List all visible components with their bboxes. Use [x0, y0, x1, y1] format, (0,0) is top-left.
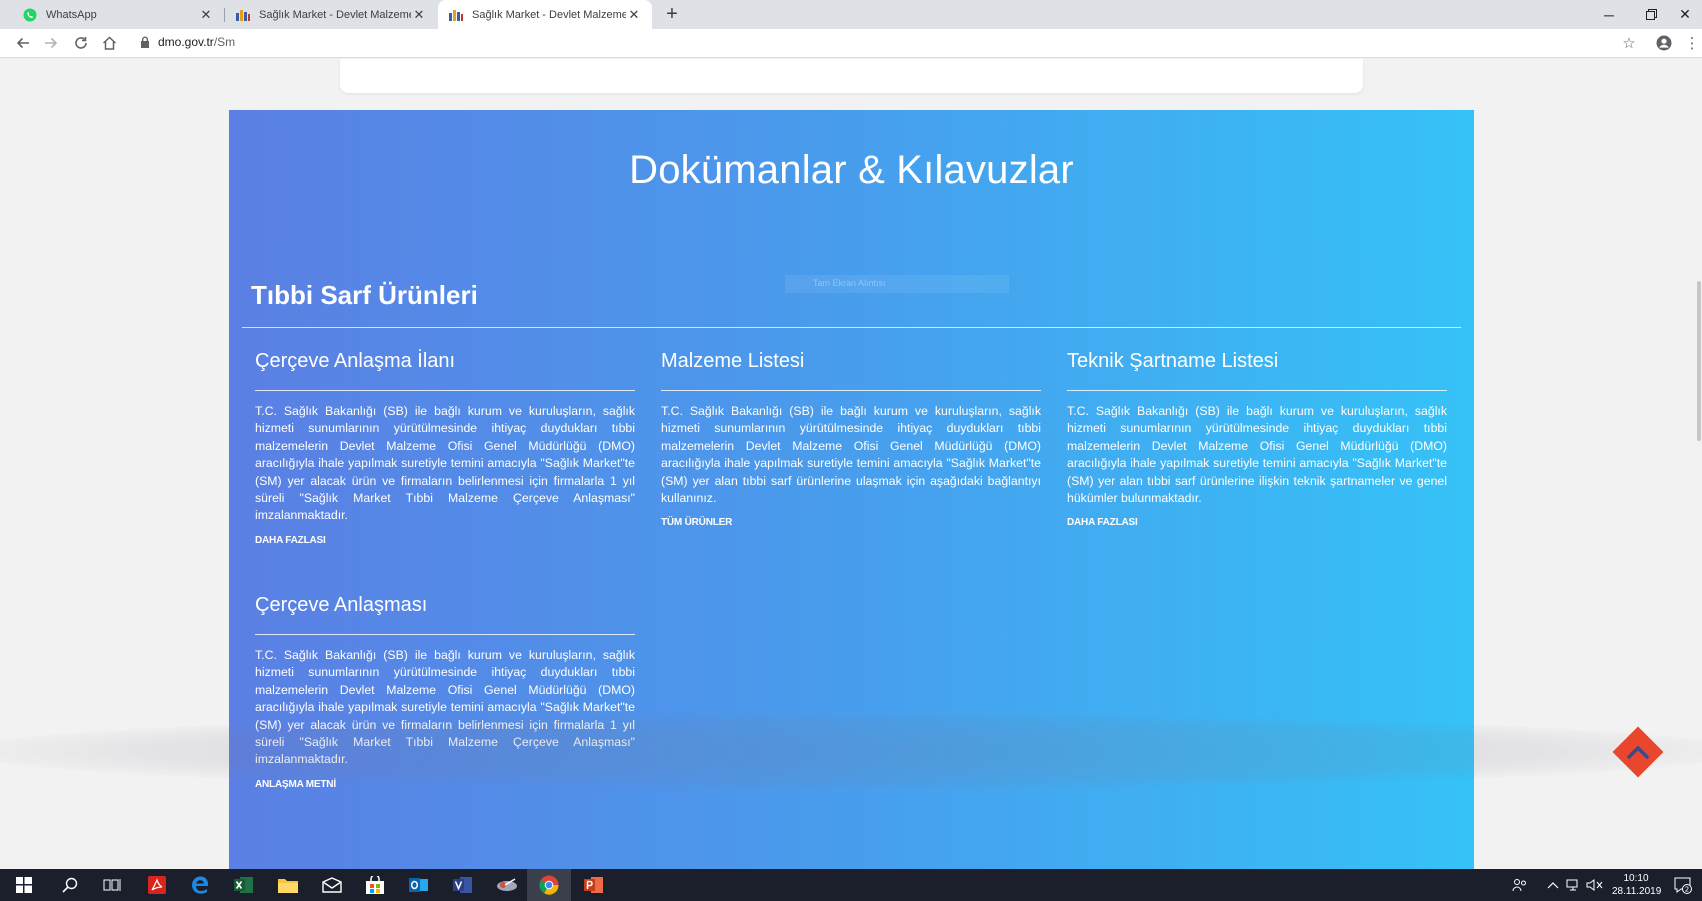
section-title: Dokümanlar & Kılavuzlar [629, 148, 1074, 192]
card-body: T.C. Sağlık Bakanlığı (SB) ile bağlı kur… [661, 404, 1041, 506]
card-body: T.C. Sağlık Bakanlığı (SB) ile bağlı kur… [1067, 404, 1447, 506]
close-icon[interactable]: ✕ [411, 7, 427, 23]
chevron-up-icon [1627, 745, 1649, 759]
action-center-icon[interactable]: 2 [1674, 869, 1692, 901]
card-cerceve-anlasmasi: Çerçeve Anlaşması T.C. Sağlık Bakanlığı … [255, 594, 635, 792]
notification-count: 2 [1685, 886, 1689, 894]
browser-toolbar: dmo.gov.tr/Sm ☆ ⋮ [0, 29, 1702, 58]
tab-title: Sağlık Market - Devlet Malzeme Ofisi [472, 8, 626, 21]
people-icon[interactable] [1512, 869, 1528, 901]
dmo-logo-icon [235, 7, 251, 23]
card-heading: Çerçeve Anlaşma İlanı [255, 350, 456, 372]
chevron-up-icon[interactable] [1547, 869, 1559, 901]
page-scrollbar[interactable] [1692, 59, 1702, 869]
forward-arrow-icon[interactable] [40, 32, 62, 54]
new-tab-button[interactable]: + [660, 3, 684, 27]
network-icon[interactable] [1566, 869, 1582, 901]
category-title: Tıbbi Sarf Ürünleri [251, 280, 478, 310]
bookmark-star-icon[interactable]: ☆ [1618, 32, 1640, 54]
whatsapp-icon [22, 7, 38, 23]
tab-saglik-market-2[interactable]: Sağlık Market - Devlet Malzeme Ofisi ✕ [438, 0, 652, 29]
tab-whatsapp[interactable]: WhatsApp ✕ [12, 0, 224, 29]
documents-section: Dokümanlar & Kılavuzlar Tam Ekran Alıntı… [229, 110, 1474, 869]
visio-icon[interactable] [451, 873, 475, 897]
search-icon[interactable] [58, 873, 82, 897]
clock-date: 28.11.2019 [1612, 886, 1662, 897]
outlook-icon[interactable] [407, 873, 431, 897]
volume-icon[interactable] [1586, 869, 1604, 901]
previous-section-card [340, 59, 1363, 93]
file-explorer-icon[interactable] [276, 873, 300, 897]
category-divider [242, 327, 1461, 328]
card-divider [255, 634, 635, 635]
minimize-icon[interactable]: ─ [1586, 0, 1632, 29]
card-cerceve-anlasma-ilani: Çerçeve Anlaşma İlanı T.C. Sağlık Bakanl… [255, 350, 635, 548]
card-heading: Çerçeve Anlaşması [255, 594, 428, 616]
card-divider [661, 390, 1041, 391]
tab-saglik-market-1[interactable]: Sağlık Market - Devlet Malzeme Ofisi ✕ [225, 0, 437, 29]
dmo-logo-icon [448, 7, 464, 23]
clock-time: 10:10 [1623, 873, 1649, 884]
mail-icon[interactable] [320, 873, 344, 897]
profile-icon[interactable] [1653, 32, 1675, 54]
card-malzeme-listesi: Malzeme Listesi T.C. Sağlık Bakanlığı (S… [661, 350, 1041, 530]
url-path: /Sm [213, 35, 236, 49]
close-icon[interactable]: ✕ [198, 7, 214, 23]
chrome-icon[interactable] [537, 873, 561, 897]
system-clock[interactable]: 10:10 28.11.2019 [1612, 872, 1662, 898]
card-divider [255, 390, 635, 391]
card-heading: Teknik Şartname Listesi [1067, 350, 1279, 372]
card-body: T.C. Sağlık Bakanlığı (SB) ile bağlı kur… [255, 648, 635, 767]
scrollbar-thumb[interactable] [1697, 281, 1701, 441]
card-body: T.C. Sağlık Bakanlığı (SB) ile bağlı kur… [255, 404, 635, 523]
windows-taskbar: 10:10 28.11.2019 2 [0, 869, 1702, 901]
close-window-icon[interactable]: ✕ [1662, 0, 1702, 29]
page-viewport: Dokümanlar & Kılavuzlar Tam Ekran Alıntı… [0, 59, 1702, 869]
back-arrow-icon[interactable] [12, 32, 34, 54]
tab-title: Sağlık Market - Devlet Malzeme Ofisi [259, 8, 411, 21]
acrobat-icon[interactable] [145, 873, 169, 897]
lock-icon [140, 36, 150, 48]
card-teknik-sartname-listesi: Teknik Şartname Listesi T.C. Sağlık Baka… [1067, 350, 1447, 530]
powerpoint-icon[interactable] [582, 873, 606, 897]
card-divider [1067, 390, 1447, 391]
reload-icon[interactable] [70, 32, 92, 54]
faint-overlay-label: Tam Ekran Alıntısı [785, 275, 1009, 293]
store-icon[interactable] [363, 873, 387, 897]
menu-dots-icon[interactable]: ⋮ [1681, 32, 1702, 54]
anlasma-metni-link[interactable]: ANLAŞMA METNİ [255, 779, 336, 790]
browser-tab-strip: WhatsApp ✕ Sağlık Market - Devlet Malzem… [0, 0, 1702, 29]
tum-urunler-link[interactable]: TÜM ÜRÜNLER [661, 517, 732, 528]
edge-icon[interactable] [188, 873, 212, 897]
daha-fazlasi-link[interactable]: DAHA FAZLASI [255, 535, 326, 546]
card-heading: Malzeme Listesi [661, 350, 805, 372]
address-bar[interactable]: dmo.gov.tr/Sm [140, 35, 235, 49]
windows-start-icon[interactable] [12, 873, 36, 897]
task-view-icon[interactable] [100, 873, 124, 897]
tab-title: WhatsApp [46, 8, 97, 21]
snipping-tool-icon[interactable] [495, 873, 519, 897]
excel-icon[interactable] [232, 873, 256, 897]
close-icon[interactable]: ✕ [626, 7, 642, 23]
url-host: dmo.gov.tr [158, 35, 214, 49]
scroll-to-top-button[interactable] [1612, 726, 1664, 778]
home-icon[interactable] [98, 32, 120, 54]
daha-fazlasi-link[interactable]: DAHA FAZLASI [1067, 517, 1138, 528]
